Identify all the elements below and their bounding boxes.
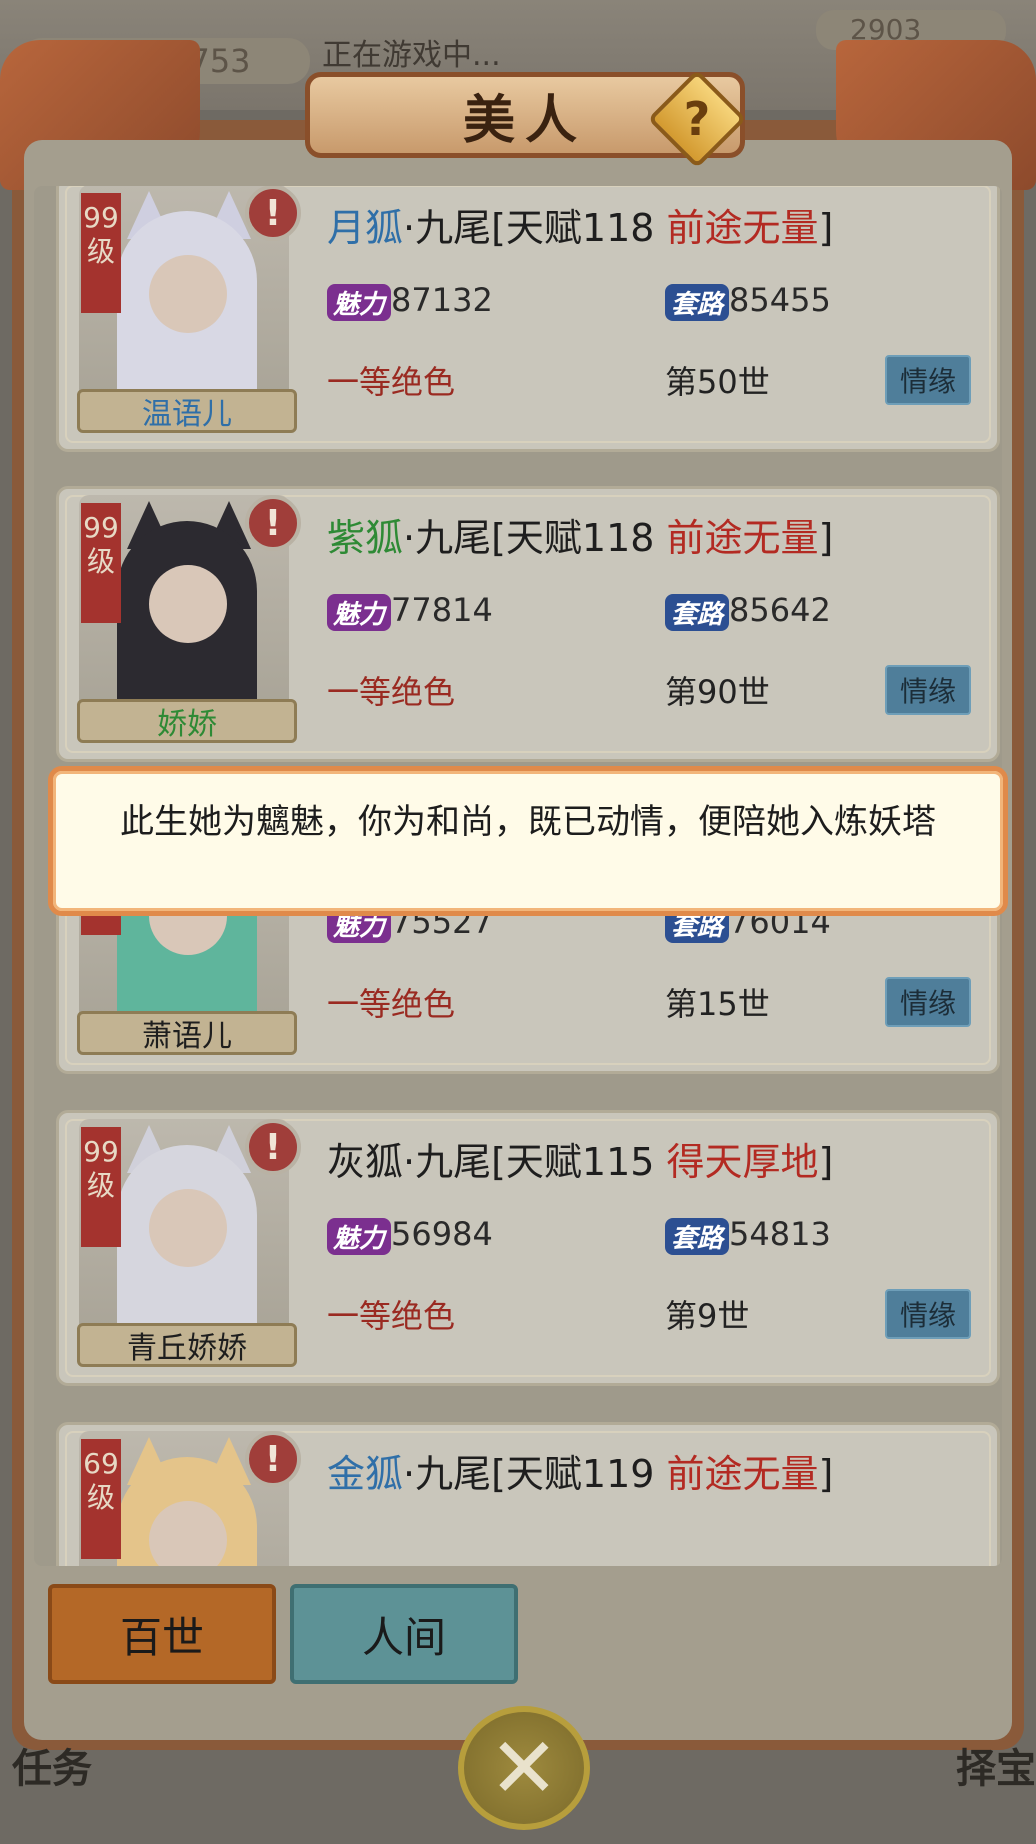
level-badge: 99 级	[81, 1127, 121, 1247]
bond-button[interactable]: 情缘	[885, 665, 971, 715]
talent-close: ]	[818, 1452, 834, 1496]
card-title: 金狐·九尾[天赋119 前途无量]	[327, 1443, 833, 1498]
fox-type: 月狐	[327, 206, 404, 250]
alert-icon[interactable]: !	[245, 495, 301, 551]
talent-text: ·九尾[天赋115	[403, 1140, 667, 1184]
story-toast: 此生她为魑魅，你为和尚，既已动情，便陪她入炼妖塔	[48, 766, 1008, 916]
skill-label: 套路	[665, 283, 730, 321]
tab-hundred-lives[interactable]: 百世	[48, 1584, 276, 1684]
help-icon: ?	[683, 92, 711, 146]
alert-icon[interactable]: !	[245, 1431, 301, 1487]
talent-close: ]	[818, 516, 834, 560]
character-name: 温语儿	[77, 389, 297, 433]
bond-button[interactable]: 情缘	[885, 977, 971, 1027]
treasure-label: 择宝	[956, 1746, 1036, 1792]
level-badge: 69 级	[81, 1439, 121, 1559]
card-title: 月狐·九尾[天赋118 前途无量]	[327, 197, 833, 252]
card-title: 紫狐·九尾[天赋118 前途无量]	[327, 507, 833, 562]
page-title: 美人	[462, 89, 587, 151]
charm-label: 魅力	[327, 593, 392, 631]
talent-close: ]	[818, 1140, 834, 1184]
card-title: 灰狐·九尾[天赋115 得天厚地]	[327, 1131, 833, 1186]
close-icon: ✕	[488, 1719, 560, 1817]
generation: 第9世	[665, 1297, 750, 1335]
toast-message: 此生她为魑魅，你为和尚，既已动情，便陪她入炼妖塔	[120, 802, 936, 842]
status-text: 正在游戏中...	[322, 38, 501, 73]
bond-button[interactable]: 情缘	[885, 355, 971, 405]
charm-label: 魅力	[327, 283, 392, 321]
skill-stat: 套路 85455	[665, 281, 831, 321]
beauty-rank: 一等绝色	[327, 673, 456, 711]
character-name: 娇娇	[77, 699, 297, 743]
talent-grade: 得天厚地	[666, 1140, 819, 1184]
generation: 第90世	[665, 673, 770, 711]
generation: 第15世	[665, 985, 770, 1023]
charm-value: 56984	[391, 1215, 493, 1253]
beauty-card[interactable]: 69 级! 金狐·九尾[天赋119 前途无量]	[56, 1422, 1000, 1566]
character-face	[149, 1189, 227, 1267]
beauty-rank: 一等绝色	[327, 985, 456, 1023]
close-button[interactable]: ✕	[458, 1706, 590, 1830]
alert-icon[interactable]: !	[245, 1119, 301, 1175]
alert-icon[interactable]: !	[245, 186, 301, 241]
charm-stat: 魅力 77814	[327, 591, 493, 631]
generation: 第50世	[665, 363, 770, 401]
task-label: 任务	[12, 1746, 92, 1792]
tab-mortal-world[interactable]: 人间	[290, 1584, 518, 1684]
bond-button[interactable]: 情缘	[885, 1289, 971, 1339]
skill-value: 85455	[729, 281, 831, 319]
skill-stat: 套路 85642	[665, 591, 831, 631]
charm-value: 77814	[391, 591, 493, 629]
talent-text: ·九尾[天赋118	[403, 516, 667, 560]
beauty-rank: 一等绝色	[327, 363, 456, 401]
beauty-card[interactable]: 99 级! 紫狐·九尾[天赋118 前途无量] 魅力 77814 套路 85642 一等绝色…	[56, 486, 1000, 762]
charm-stat: 魅力 56984	[327, 1215, 493, 1255]
character-face	[149, 255, 227, 333]
charm-label: 魅力	[327, 1217, 392, 1255]
talent-grade: 前途无量	[666, 1452, 819, 1496]
talent-grade: 前途无量	[666, 516, 819, 560]
beauty-card[interactable]: 99 级! 灰狐·九尾[天赋115 得天厚地] 魅力 56984 套路 54813 一等绝色…	[56, 1110, 1000, 1386]
skill-stat: 套路 54813	[665, 1215, 831, 1255]
character-name: 萧语儿	[77, 1011, 297, 1055]
skill-value: 85642	[729, 591, 831, 629]
talent-text: ·九尾[天赋119	[403, 1452, 667, 1496]
level-badge: 99 级	[81, 193, 121, 313]
fox-type: 金狐	[327, 1452, 404, 1496]
talent-grade: 前途无量	[666, 206, 819, 250]
fox-type: 紫狐	[327, 516, 404, 560]
character-face	[149, 565, 227, 643]
beauty-card[interactable]: 99 级! 月狐·九尾[天赋118 前途无量] 魅力 87132 套路 85455 一等绝色…	[56, 186, 1000, 452]
talent-close: ]	[818, 206, 834, 250]
talent-text: ·九尾[天赋118	[403, 206, 667, 250]
character-name: 青丘娇娇	[77, 1323, 297, 1367]
fox-type: 灰狐	[327, 1140, 404, 1184]
level-badge: 99 级	[81, 503, 121, 623]
charm-stat: 魅力 87132	[327, 281, 493, 321]
beauty-rank: 一等绝色	[327, 1297, 456, 1335]
skill-label: 套路	[665, 1217, 730, 1255]
skill-label: 套路	[665, 593, 730, 631]
skill-value: 54813	[729, 1215, 831, 1253]
charm-value: 87132	[391, 281, 493, 319]
